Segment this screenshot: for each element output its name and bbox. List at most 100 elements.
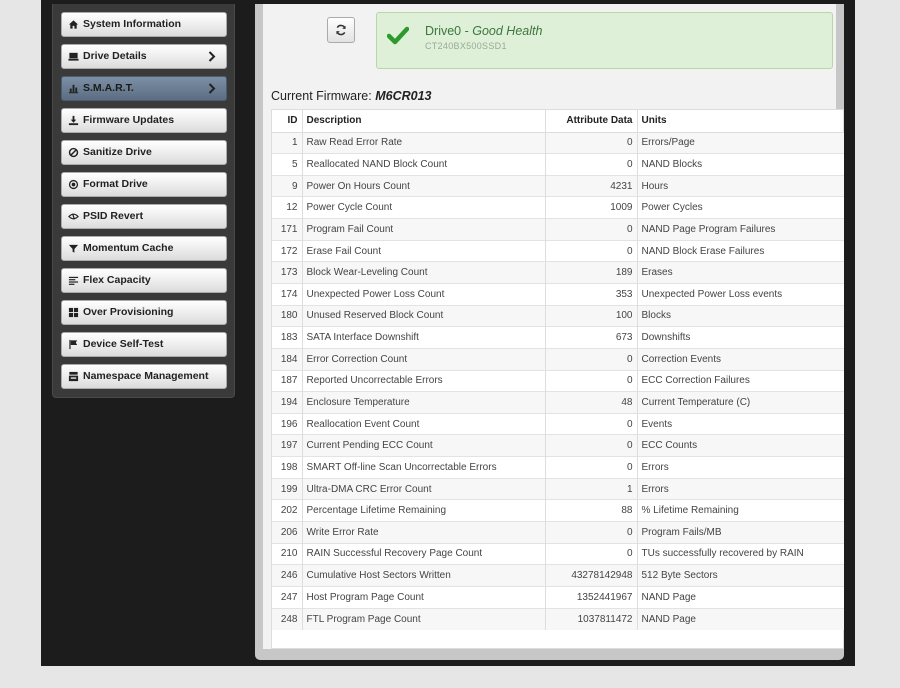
cell-units: 512 Byte Sectors [637, 564, 844, 587]
firmware-label: Current Firmware: [271, 89, 372, 103]
sidebar-item-flex-capacity[interactable]: Flex Capacity [61, 268, 227, 293]
sidebar-item-s-m-a-r-t[interactable]: S.M.A.R.T. [61, 76, 227, 101]
cell-units: NAND Block Erase Failures [637, 239, 844, 262]
sidebar-item-drive-details[interactable]: Drive Details [61, 44, 227, 69]
cell-description: SMART Off-line Scan Uncorrectable Errors [302, 456, 546, 479]
sidebar-item-label: Namespace Management [83, 370, 209, 382]
cell-attribute-data: 0 [545, 456, 638, 479]
psid-icon [67, 211, 79, 223]
table-row: 184 Error Correction Count 0 Correction Eve… [272, 347, 844, 371]
cell-units: Correction Events [637, 347, 844, 371]
cell-units: Errors [637, 477, 844, 500]
cell-id: 197 [272, 434, 303, 457]
cell-id: 1 [272, 131, 303, 154]
cell-units: ECC Correction Failures [637, 369, 844, 392]
table-row: 9 Power On Hours Count 4231 Hours [272, 174, 844, 197]
table-row: 247 Host Program Page Count 1352441967 NAND… [272, 585, 844, 609]
cell-units: % Lifetime Remaining [637, 499, 844, 522]
table-row: 1 Raw Read Error Rate 0 Errors/Page [272, 131, 844, 154]
health-separator: - [461, 24, 473, 38]
column-header-units[interactable]: Units [637, 110, 844, 133]
cell-description: Unused Reserved Block Count [302, 304, 546, 327]
smart-panel: Drive0 - Good Health CT240BX500SSD1 Curr… [263, 4, 844, 649]
sidebar-item-firmware-updates[interactable]: Firmware Updates [61, 108, 227, 133]
cell-description: RAIN Successful Recovery Page Count [302, 542, 546, 565]
table-row: 172 Erase Fail Count 0 NAND Block Erase Fai… [272, 239, 844, 262]
drive-health-alert: Drive0 - Good Health CT240BX500SSD1 [376, 12, 833, 69]
table-row: 194 Enclosure Temperature 48 Current Temper… [272, 391, 844, 414]
sidebar-item-momentum-cache[interactable]: Momentum Cache [61, 236, 227, 261]
cell-attribute-data: 1009 [545, 196, 638, 219]
sidebar-item-system-information[interactable]: System Information [61, 12, 227, 37]
cell-id: 199 [272, 477, 303, 500]
refresh-button[interactable] [327, 17, 355, 43]
sidebar-item-psid-revert[interactable]: PSID Revert [61, 204, 227, 229]
cell-description: Raw Read Error Rate [302, 131, 546, 154]
cell-description: Enclosure Temperature [302, 391, 546, 414]
sidebar-item-device-self-test[interactable]: Device Self-Test [61, 332, 227, 357]
column-header-id[interactable]: ID [272, 110, 303, 133]
cell-attribute-data: 100 [545, 304, 638, 327]
smart-table-container: ID Description Attribute Data Units 1 Raw… [271, 109, 844, 649]
cell-description: Host Program Page Count [302, 585, 546, 609]
column-header-description[interactable]: Description [302, 110, 546, 133]
cell-description: SATA Interface Downshift [302, 326, 546, 349]
sidebar-item-label: Device Self-Test [83, 338, 164, 350]
cell-description: Block Wear-Leveling Count [302, 261, 546, 284]
cell-description: Write Error Rate [302, 521, 546, 544]
cell-units: Blocks [637, 304, 844, 327]
chevron-right-icon [208, 83, 216, 97]
cell-units: Unexpected Power Loss events [637, 282, 844, 306]
cell-id: 210 [272, 542, 303, 565]
checkmark-icon [387, 26, 409, 45]
cell-units: ECC Counts [637, 434, 844, 457]
firmware-line: Current Firmware: M6CR013 [271, 89, 431, 103]
table-row: 174 Unexpected Power Loss Count 353 Unexpec… [272, 282, 844, 306]
cell-attribute-data: 1 [545, 477, 638, 500]
column-header-attribute-data[interactable]: Attribute Data [545, 110, 638, 133]
sidebar-item-over-provisioning[interactable]: Over Provisioning [61, 300, 227, 325]
record-icon [67, 179, 79, 191]
grid-icon [67, 307, 79, 319]
cell-id: 183 [272, 326, 303, 349]
sidebar-item-label: Drive Details [83, 50, 147, 62]
sidebar-item-label: S.M.A.R.T. [83, 82, 134, 94]
cell-units: NAND Page [637, 607, 844, 630]
cell-description: Erase Fail Count [302, 239, 546, 262]
table-row: 187 Reported Uncorrectable Errors 0 ECC Cor… [272, 369, 844, 392]
sidebar-item-format-drive[interactable]: Format Drive [61, 172, 227, 197]
sidebar-item-label: Sanitize Drive [83, 146, 152, 158]
cell-attribute-data: 88 [545, 499, 638, 522]
cell-id: 174 [272, 282, 303, 306]
sidebar-item-sanitize-drive[interactable]: Sanitize Drive [61, 140, 227, 165]
cell-attribute-data: 0 [545, 412, 638, 435]
smart-attributes-table: ID Description Attribute Data Units 1 Raw… [272, 110, 844, 630]
cell-units: Errors/Page [637, 131, 844, 154]
cell-attribute-data: 189 [545, 261, 638, 284]
align-icon [67, 275, 79, 287]
sidebar-nav: System Information Drive Details S.M.A.R.T… [52, 4, 235, 398]
cell-attribute-data: 0 [545, 542, 638, 565]
cell-attribute-data: 1037811472 [545, 607, 638, 630]
health-status: Good Health [472, 24, 543, 38]
table-row: 199 Ultra-DMA CRC Error Count 1 Errors [272, 477, 844, 500]
sidebar-item-label: System Information [83, 18, 182, 30]
table-row: 12 Power Cycle Count 1009 Power Cycles [272, 196, 844, 219]
table-row: 171 Program Fail Count 0 NAND Page Program … [272, 218, 844, 241]
cell-id: 173 [272, 261, 303, 284]
cell-attribute-data: 0 [545, 369, 638, 392]
cell-id: 9 [272, 174, 303, 197]
drive-icon [67, 51, 79, 63]
download-icon [67, 115, 79, 127]
cell-description: Error Correction Count [302, 347, 546, 371]
cell-attribute-data: 0 [545, 153, 638, 176]
table-row: 246 Cumulative Host Sectors Written 432781… [272, 564, 844, 587]
table-row: 248 FTL Program Page Count 1037811472 NAND … [272, 607, 844, 630]
cell-attribute-data: 48 [545, 391, 638, 414]
table-row: 198 SMART Off-line Scan Uncorrectable Err… [272, 456, 844, 479]
sidebar-item-namespace-management[interactable]: Namespace Management [61, 364, 227, 389]
cell-description: Reported Uncorrectable Errors [302, 369, 546, 392]
cell-attribute-data: 0 [545, 218, 638, 241]
cell-attribute-data: 0 [545, 131, 638, 154]
drive-model: CT240BX500SSD1 [425, 41, 507, 51]
